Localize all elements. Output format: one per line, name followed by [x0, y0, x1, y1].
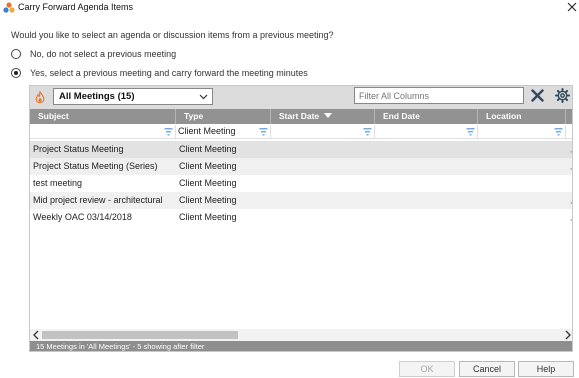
option-select-previous-meeting[interactable]: Yes, select a previous meeting and carry…: [11, 67, 308, 79]
cell-subject: Weekly OAC 03/14/2018: [33, 212, 132, 222]
table-row[interactable]: Weekly OAC 03/14/2018 Client Meeting ,: [30, 209, 573, 226]
cell-subject: Project Status Meeting (Series): [33, 161, 158, 171]
chevron-down-icon: [199, 94, 208, 100]
app-logo-icon: [3, 2, 15, 13]
cell-clipped: ,: [570, 162, 573, 171]
cell-type: Client Meeting: [179, 161, 237, 171]
option-label-no: No, do not select a previous meeting: [30, 49, 177, 59]
column-header-subject-label: Subject: [38, 111, 69, 121]
help-button[interactable]: Help: [518, 361, 574, 377]
column-header-subject[interactable]: Subject: [30, 109, 176, 124]
sort-descending-icon: [324, 113, 333, 118]
filter-cell-subject[interactable]: [30, 125, 176, 138]
column-filter-row: Client Meeting: [30, 124, 572, 139]
close-button[interactable]: [565, 0, 579, 15]
column-header-end-date-label: End Date: [383, 111, 420, 121]
funnel-icon[interactable]: [554, 128, 563, 136]
grid-toolbar: All Meetings (15): [30, 86, 572, 109]
scroll-left-icon[interactable]: [32, 330, 40, 340]
cell-type: Client Meeting: [179, 144, 237, 154]
cell-type: Client Meeting: [179, 212, 237, 222]
radio-select-previous-meeting[interactable]: [11, 68, 21, 78]
column-header-type-label: Type: [184, 111, 204, 121]
table-row[interactable]: Mid project review - architectural Clien…: [30, 192, 573, 209]
funnel-icon[interactable]: [259, 128, 268, 136]
cell-subject: Mid project review - architectural: [33, 195, 163, 205]
prompt-question: Would you like to select an agenda or di…: [11, 30, 334, 40]
clear-filter-icon[interactable]: [531, 89, 544, 102]
option-label-yes: Yes, select a previous meeting and carry…: [30, 68, 308, 78]
column-header-start-date[interactable]: Start Date: [271, 109, 375, 124]
status-text: 15 Meetings in 'All Meetings' - 5 showin…: [36, 342, 205, 351]
filter-cell-start-date[interactable]: [271, 125, 375, 138]
cell-type: Client Meeting: [179, 178, 237, 188]
scrollbar-thumb[interactable]: [42, 331, 238, 339]
cancel-button[interactable]: Cancel: [459, 361, 515, 377]
column-header-type[interactable]: Type: [176, 109, 271, 124]
meetings-grid: All Meetings (15) Subject Type Start: [29, 85, 573, 352]
option-no-previous-meeting[interactable]: No, do not select a previous meeting: [11, 48, 176, 60]
view-select-dropdown[interactable]: All Meetings (15): [53, 88, 213, 105]
cell-clipped: ,: [570, 145, 573, 154]
flame-icon: [35, 91, 45, 103]
funnel-icon[interactable]: [164, 128, 173, 136]
scroll-right-icon[interactable]: [564, 330, 572, 340]
table-row[interactable]: test meeting Client Meeting: [30, 175, 572, 192]
funnel-icon[interactable]: [466, 128, 475, 136]
column-header-location-label: Location: [486, 111, 522, 121]
title-bar: Carry Forward Agenda Items: [0, 0, 579, 15]
filter-cell-type[interactable]: Client Meeting: [176, 125, 271, 138]
cell-clipped: ,: [570, 213, 573, 222]
filter-cell-end-date[interactable]: [375, 125, 478, 138]
funnel-icon[interactable]: [363, 128, 372, 136]
column-header-location[interactable]: Location: [478, 109, 566, 124]
grid-status-bar: 15 Meetings in 'All Meetings' - 5 showin…: [30, 341, 572, 351]
cell-subject: Project Status Meeting: [33, 144, 124, 154]
cell-clipped: ,: [570, 196, 573, 205]
gear-icon[interactable]: [555, 88, 570, 103]
close-icon: [567, 2, 577, 12]
grid-header-row: Subject Type Start Date End Date Locatio…: [30, 109, 572, 124]
window-title: Carry Forward Agenda Items: [18, 2, 134, 12]
filter-all-columns-input[interactable]: [354, 87, 524, 104]
column-header-end-date[interactable]: End Date: [375, 109, 478, 124]
filter-cell-location[interactable]: [478, 125, 566, 138]
radio-no-previous-meeting[interactable]: [11, 49, 21, 59]
horizontal-scrollbar[interactable]: [30, 329, 572, 341]
filter-value-type: Client Meeting: [178, 126, 236, 136]
ok-button[interactable]: OK: [399, 361, 455, 377]
table-row[interactable]: Project Status Meeting (Series) Client M…: [30, 158, 573, 175]
view-select-value: All Meetings (15): [59, 91, 135, 102]
table-row[interactable]: Project Status Meeting Client Meeting ,: [30, 141, 573, 158]
cell-type: Client Meeting: [179, 195, 237, 205]
column-header-start-date-label: Start Date: [279, 111, 320, 121]
cell-subject: test meeting: [33, 178, 83, 188]
